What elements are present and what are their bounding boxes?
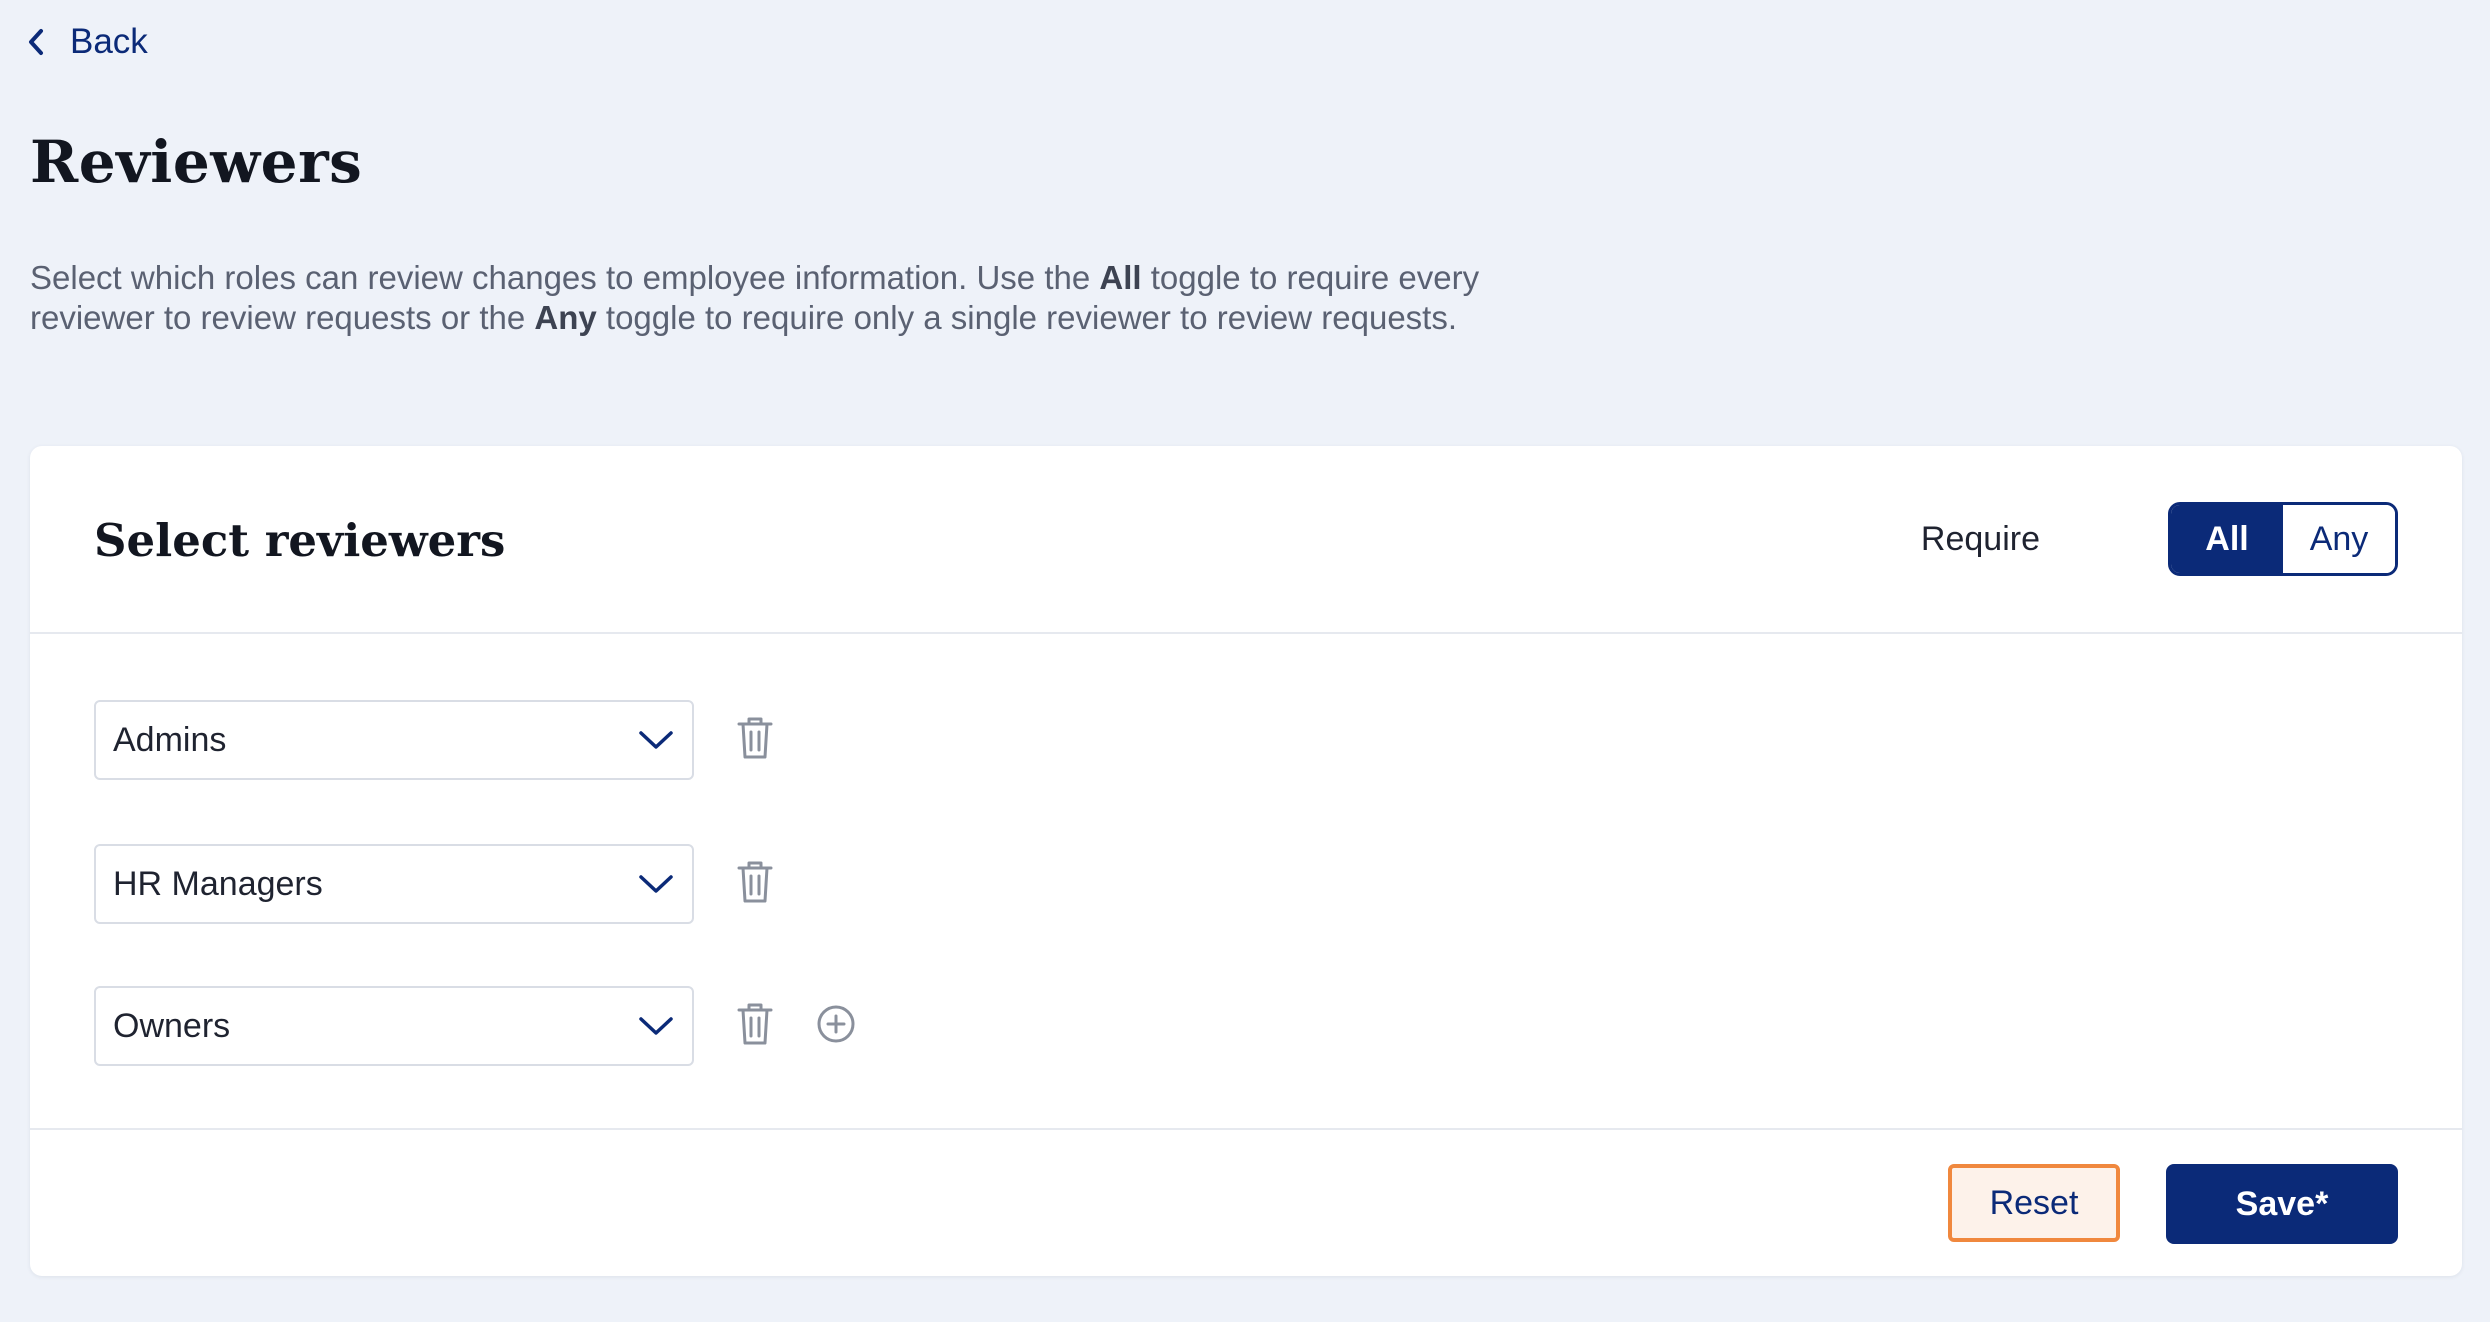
reviewer-role-select[interactable]: Owners [94,986,694,1066]
reviewer-row: HR Managers [94,844,778,924]
chevron-down-icon [638,1007,674,1046]
page-description: Select which roles can review changes to… [30,258,1480,338]
description-bold-all: All [1099,259,1142,296]
toggle-any-button[interactable]: Any [2283,505,2395,573]
reviewer-role-select[interactable]: HR Managers [94,844,694,924]
require-toggle: All Any [2168,502,2398,576]
card-title: Select reviewers [94,514,506,567]
description-text-1: Select which roles can review changes to… [30,259,1100,296]
save-button[interactable]: Save* [2166,1164,2398,1244]
select-value: Admins [113,720,227,759]
delete-reviewer-button[interactable] [732,859,778,909]
add-reviewer-button[interactable] [814,1004,858,1048]
trash-icon [735,1001,775,1052]
trash-icon [735,859,775,910]
reviewer-role-select[interactable]: Admins [94,700,694,780]
require-label: Require [1920,520,2040,558]
trash-icon [735,715,775,766]
description-text-3: toggle to require only a single reviewer… [596,299,1458,336]
delete-reviewer-button[interactable] [732,1001,778,1051]
select-value: Owners [113,1006,231,1045]
chevron-down-icon [638,721,674,760]
description-bold-any: Any [534,299,597,336]
reset-button[interactable]: Reset [1948,1164,2120,1242]
card-header: Select reviewers Require All Any [30,446,2462,634]
select-value: HR Managers [113,864,323,903]
page-title: Reviewers [30,128,363,196]
reviewer-row: Owners [94,986,858,1066]
back-label: Back [70,22,148,61]
chevron-down-icon [638,865,674,904]
delete-reviewer-button[interactable] [732,715,778,765]
back-link[interactable]: Back [26,22,148,62]
card-footer: Reset Save* [30,1128,2462,1276]
chevron-left-icon [26,27,46,57]
plus-circle-icon [816,1004,856,1049]
reviewer-row: Admins [94,700,778,780]
reviewers-card: Select reviewers Require All Any Admins … [30,446,2462,1276]
toggle-all-button[interactable]: All [2171,505,2283,573]
